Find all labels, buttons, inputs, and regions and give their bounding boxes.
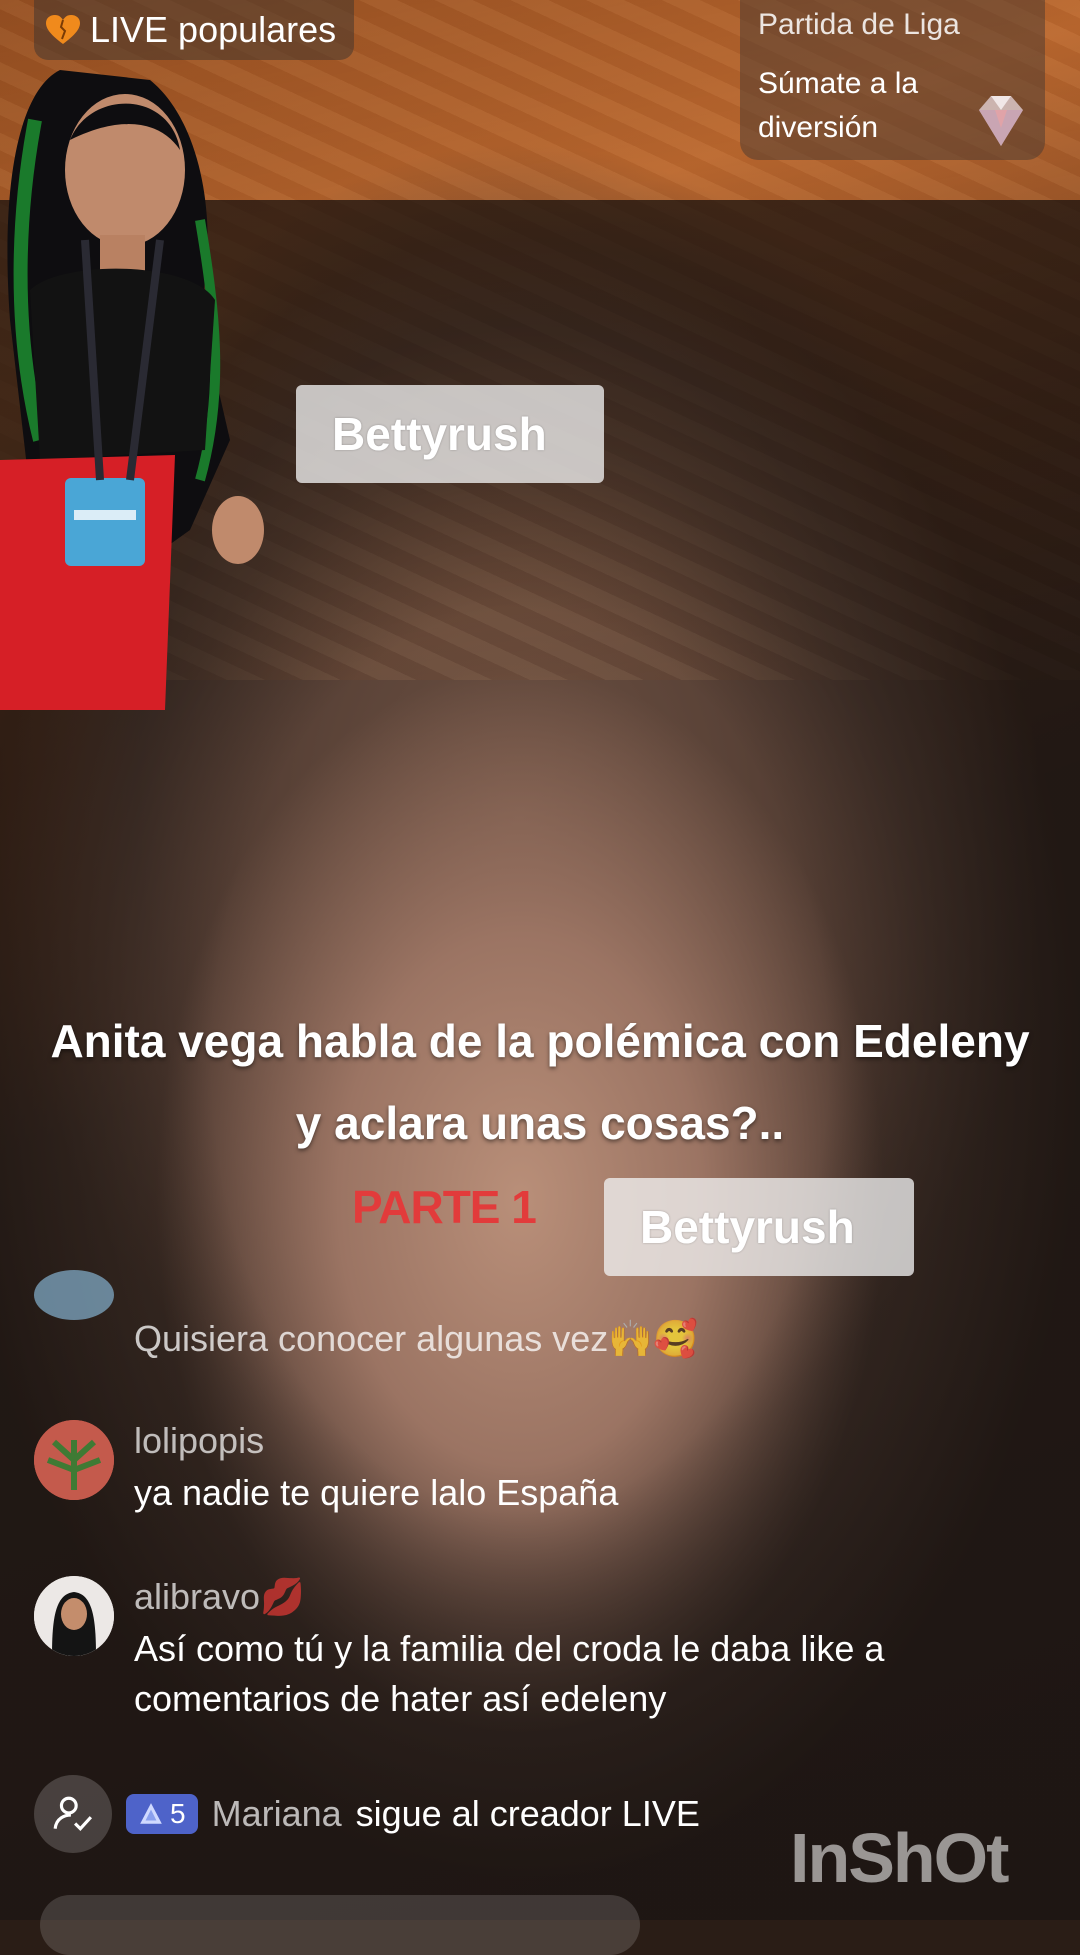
avatar[interactable] [34,1270,114,1320]
level-triangle-icon [140,1803,162,1824]
comment-text: ya nadie te quiere lalo España [134,1472,619,1513]
comment-text: Quisiera conocer algunas vez🙌🥰 [134,1318,698,1359]
chat-comment[interactable]: Quisiera conocer algunas vez🙌🥰 [34,1270,1034,1360]
avatar[interactable] [34,1420,114,1500]
league-subtitle: Súmate a la diversión [758,67,919,144]
live-populares-label: LIVE populares [90,9,337,50]
comment-username[interactable]: alibravo💋 [134,1576,305,1618]
bettyrush-watermark: Bettyrush [296,385,604,483]
heart-icon [46,15,80,44]
chat-comment[interactable]: lolipopis ya nadie te quiere lalo España [34,1420,1034,1530]
follow-event-row: 5 Mariana sigue al creador LIVE [34,1775,700,1853]
diamond-gem-icon [979,96,1023,146]
part-label: PARTE 1 [352,1181,537,1233]
comment-username[interactable]: lolipopis [134,1420,264,1462]
level-badge: 5 [126,1794,198,1834]
league-title: Partida de Liga [758,8,960,41]
plant-avatar-icon [34,1420,114,1500]
follower-name[interactable]: Mariana [212,1793,342,1835]
creator-cutout-image [0,70,264,710]
user-avatar-icon [34,1576,114,1656]
live-populares-pill[interactable]: LIVE populares [34,0,355,60]
comment-input-bar[interactable] [40,1895,640,1955]
user-check-icon [53,1796,93,1831]
follow-user-icon[interactable] [34,1775,112,1853]
comment-text: Así como tú y la familia del croda le da… [134,1628,885,1719]
bettyrush-watermark: Bettyrush [604,1178,914,1276]
avatar[interactable] [34,1576,114,1656]
chat-comment[interactable]: alibravo💋 Así como tú y la familia del c… [34,1576,1034,1726]
league-match-card[interactable]: Partida de Liga Súmate a la diversión [740,0,1045,160]
video-headline: Anita vega habla de la polémica con Edel… [50,1015,1030,1149]
follow-action-text: sigue al creador LIVE [355,1793,700,1834]
inshot-watermark: InShOt [790,1819,1009,1897]
